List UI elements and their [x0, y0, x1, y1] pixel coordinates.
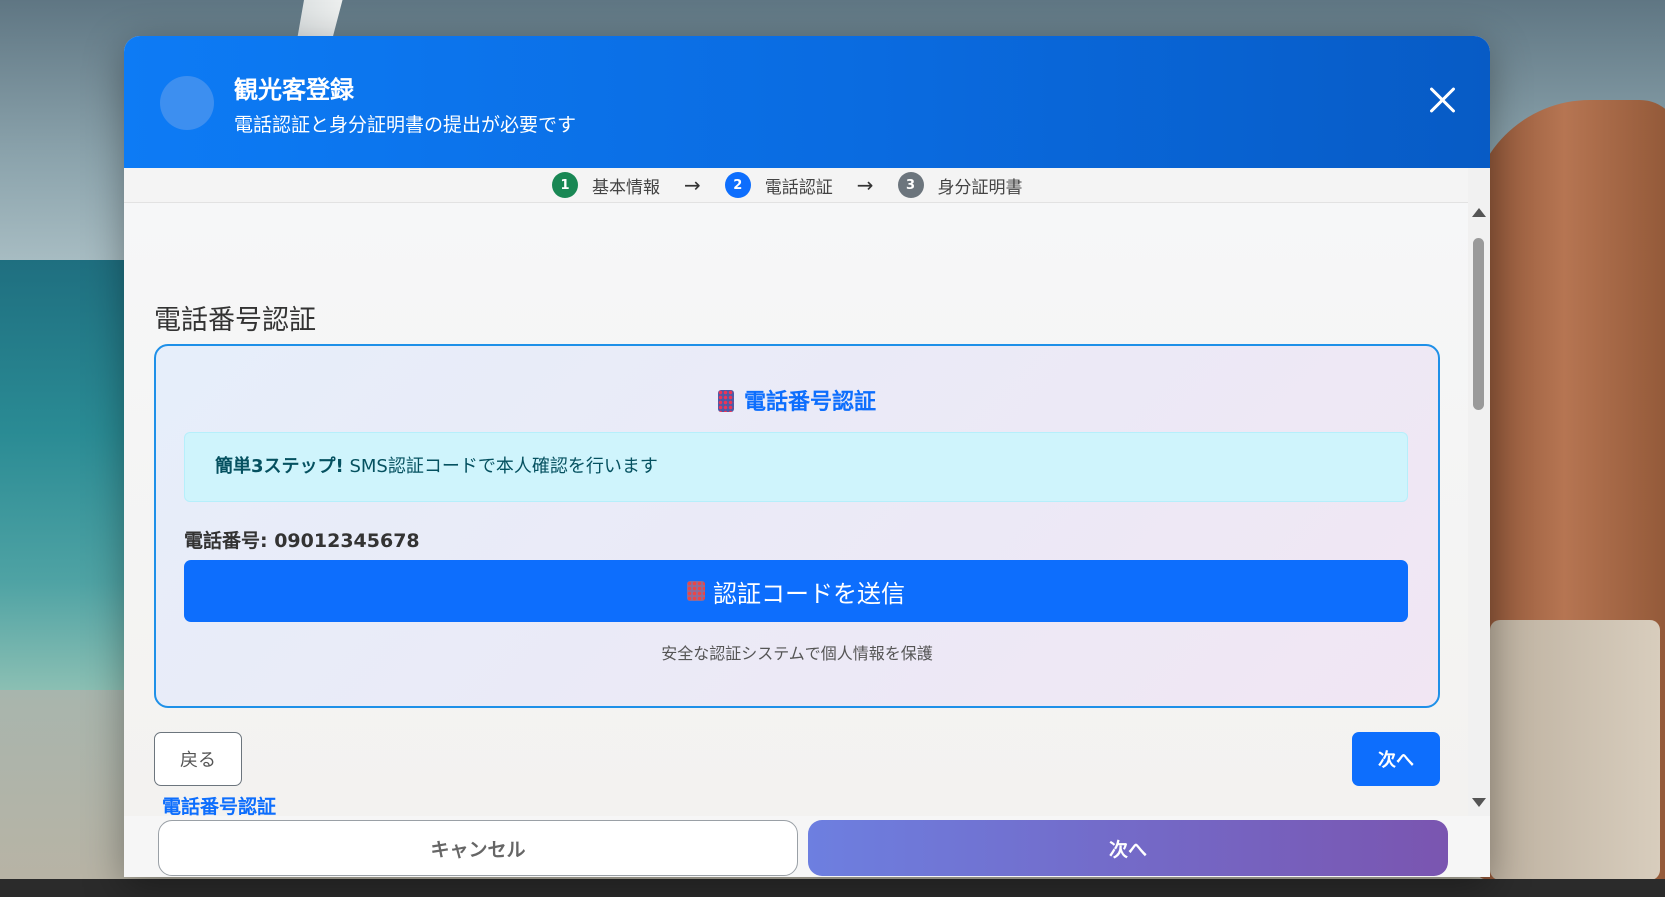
arrow-right-icon: → [684, 173, 701, 197]
step-1: 1 基本情報 [552, 172, 660, 198]
cancel-button[interactable]: キャンセル [158, 820, 798, 876]
section-title: 電話番号認証 [154, 305, 316, 336]
footer-next-button[interactable]: 次へ [808, 820, 1448, 876]
steps: 1 基本情報 → 2 電話認証 → 3 身分証明書 [552, 172, 1023, 198]
step-2: 2 電話認証 [724, 172, 833, 198]
send-code-button[interactable]: 認証コードを送信 [184, 560, 1408, 622]
step-3: 3 身分証明書 [897, 172, 1023, 198]
info-text: SMS認証コードで本人確認を行います [343, 456, 658, 477]
close-icon[interactable] [1422, 80, 1462, 120]
back-button[interactable]: 戻る [154, 732, 242, 786]
security-note: 安全な認証システムで個人情報を保護 [661, 644, 933, 663]
header-avatar [160, 76, 214, 130]
step-number: 3 [897, 172, 924, 198]
card-title: 電話番号認証 [156, 384, 1438, 416]
step-label: 身分証明書 [937, 177, 1023, 198]
step-number: 2 [724, 172, 751, 198]
phone-verify-card: 電話番号認証 簡単3ステップ! SMS認証コードで本人確認を行います 電話番号:… [154, 344, 1440, 708]
mobile-phone-icon [717, 390, 734, 412]
taskbar [0, 879, 1665, 897]
modal-body[interactable]: 電話番号認証 電話番号認証 簡単3ステップ! SMS認証コードで本人確認を行いま… [124, 202, 1468, 818]
send-code-label: 認証コードを送信 [713, 579, 905, 608]
step-number: 1 [552, 172, 578, 198]
background-shorts [1490, 620, 1660, 880]
modal-footer: キャンセル 次へ [124, 816, 1490, 877]
scroll-down-icon[interactable] [1472, 798, 1486, 807]
step-label: 基本情報 [592, 177, 660, 198]
mobile-arrow-icon [687, 581, 705, 601]
next-button[interactable]: 次へ [1352, 732, 1440, 786]
step-label: 電話認証 [764, 177, 833, 198]
modal-header: 観光客登録 電話認証と身分証明書の提出が必要です [124, 36, 1490, 168]
scroll-up-icon[interactable] [1472, 208, 1486, 217]
info-alert: 簡単3ステップ! SMS認証コードで本人確認を行います [184, 432, 1408, 502]
modal-title: 観光客登録 [234, 76, 354, 104]
current-step-label: 電話番号認証 [162, 796, 277, 818]
arrow-right-icon: → [856, 173, 874, 197]
phone-number-label: 電話番号: 09012345678 [184, 530, 420, 552]
scroll-thumb[interactable] [1473, 238, 1484, 410]
registration-modal: 観光客登録 電話認証と身分証明書の提出が必要です 1 基本情報 → 2 電話認証… [124, 36, 1490, 877]
card-title-text: 電話番号認証 [743, 390, 876, 415]
modal-subtitle: 電話認証と身分証明書の提出が必要です [234, 114, 577, 136]
info-bold: 簡単3ステップ! [215, 456, 344, 477]
scrollbar[interactable] [1468, 168, 1490, 816]
